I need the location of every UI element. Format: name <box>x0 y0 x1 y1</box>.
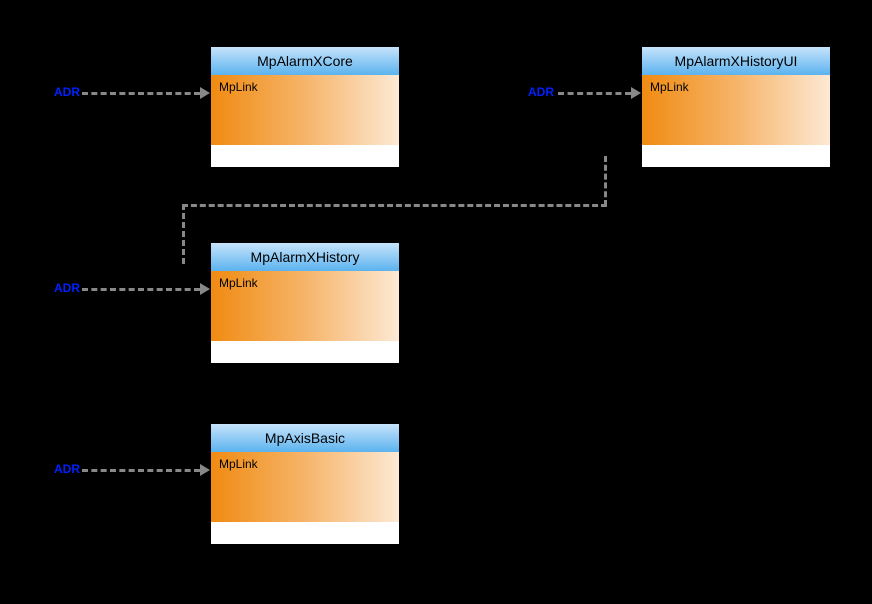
arrow-histui <box>631 87 641 99</box>
connector-adr-history <box>82 288 200 291</box>
arrow-core <box>200 87 210 99</box>
connector-histui-history-v2 <box>182 204 185 264</box>
block-footer <box>211 341 399 363</box>
block-mpalarmxhistory: MpAlarmXHistory MpLink <box>210 242 400 352</box>
connector-adr-axis <box>82 469 200 472</box>
block-mpalarmxhistoryui: MpAlarmXHistoryUI MpLink <box>641 46 831 156</box>
block-mpaxisbasic: MpAxisBasic MpLink <box>210 423 400 533</box>
block-title: MpAxisBasic <box>211 424 399 452</box>
adr-label-histui: ADR <box>528 85 554 99</box>
block-title: MpAlarmXHistoryUI <box>642 47 830 75</box>
block-footer <box>642 145 830 167</box>
adr-label-history: ADR <box>54 281 80 295</box>
block-title: MpAlarmXHistory <box>211 243 399 271</box>
connector-adr-histui <box>558 92 631 95</box>
block-body: MpLink <box>211 271 399 341</box>
block-title: MpAlarmXCore <box>211 47 399 75</box>
connector-histui-history-h <box>182 204 607 207</box>
block-mpalarmxcore: MpAlarmXCore MpLink <box>210 46 400 156</box>
adr-label-axis: ADR <box>54 462 80 476</box>
block-footer <box>211 522 399 544</box>
block-body: MpLink <box>642 75 830 145</box>
block-footer <box>211 145 399 167</box>
block-body: MpLink <box>211 452 399 522</box>
connector-adr-core <box>82 92 200 95</box>
arrow-history <box>200 283 210 295</box>
arrow-axis <box>200 464 210 476</box>
connector-histui-history-v1 <box>604 156 607 206</box>
block-body: MpLink <box>211 75 399 145</box>
adr-label-core: ADR <box>54 85 80 99</box>
